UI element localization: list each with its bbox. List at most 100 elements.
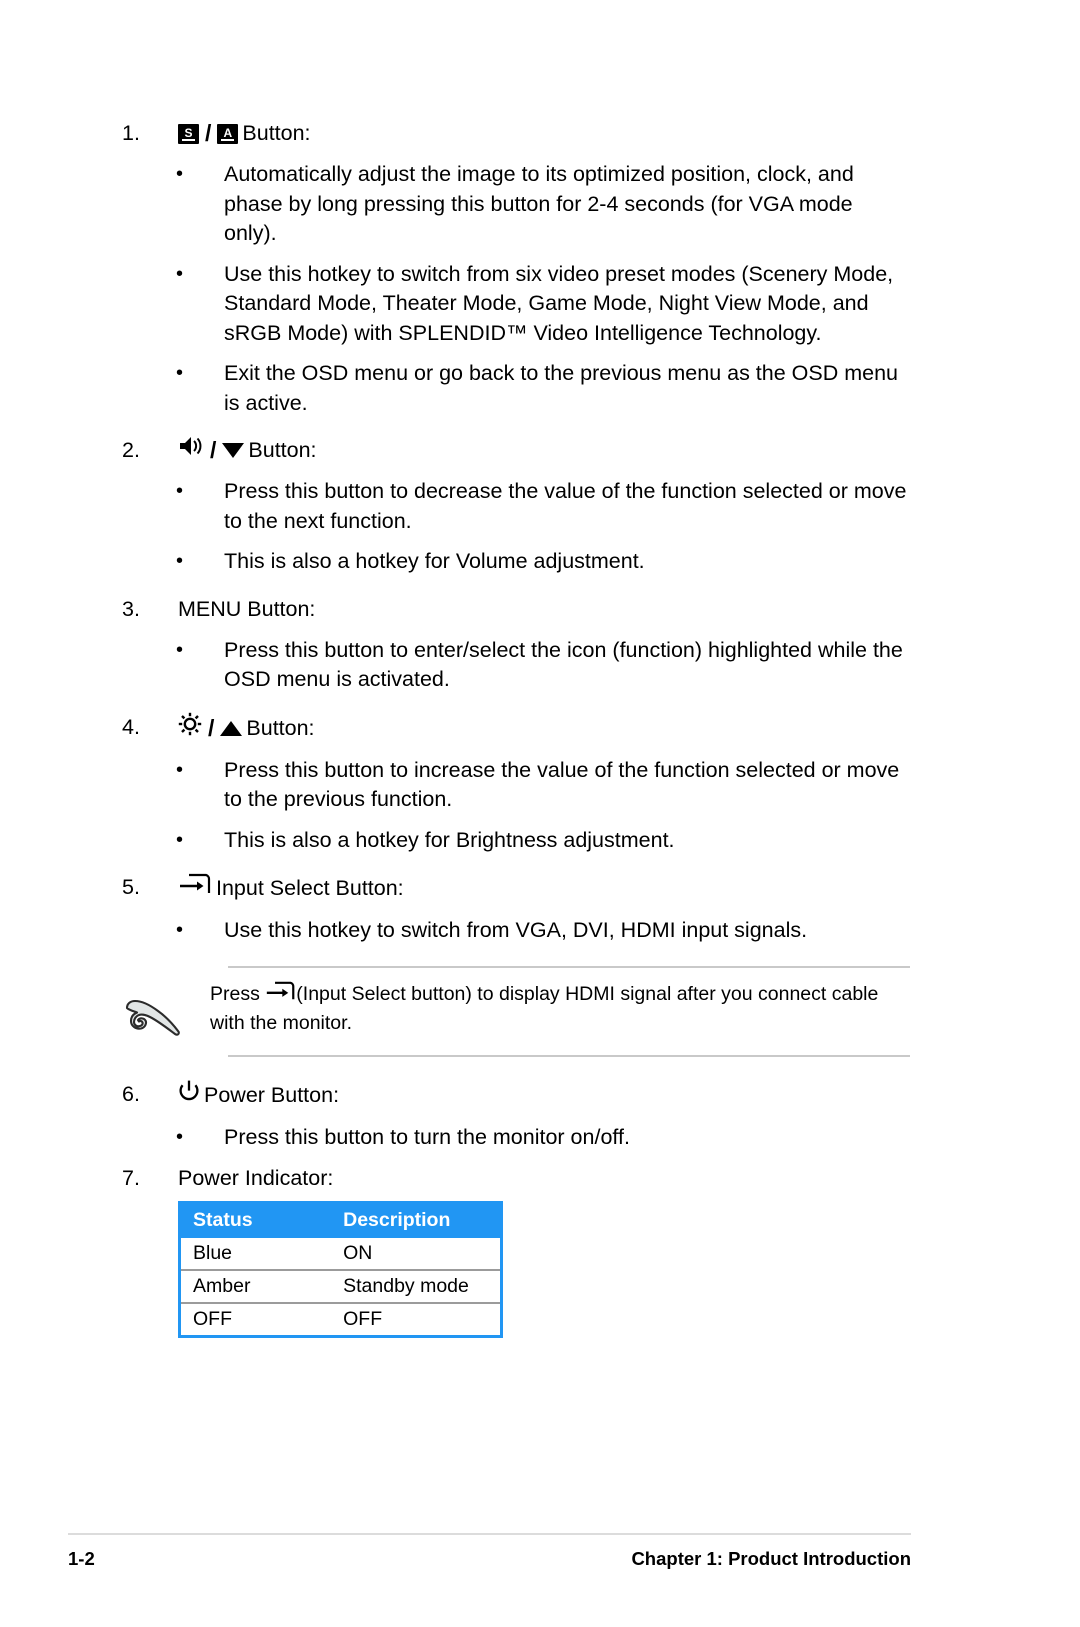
- power-indicator-table-wrapper: Status Description Blue ON Amber Standby…: [178, 1201, 503, 1338]
- pointing-hand-icon: [120, 980, 210, 1043]
- bullet-dot-icon: •: [176, 1125, 184, 1148]
- bullet-text: Press this button to enter/select the ic…: [224, 637, 903, 692]
- footer-divider: [68, 1533, 911, 1535]
- cell-status: OFF: [181, 1302, 335, 1335]
- table-row: OFF OFF: [181, 1302, 500, 1335]
- list-item-7: 7. Power Indicator:: [0, 1163, 1080, 1194]
- bullet-list-6: • Press this button to turn the monitor …: [0, 1123, 1080, 1153]
- bullet-text: This is also a hotkey for Volume adjustm…: [224, 549, 645, 573]
- page-content: 1. S / A Button: • Automatically adjust …: [0, 118, 1080, 1338]
- item-title: Button:: [242, 121, 311, 145]
- bullet-list-2: • Press this button to decrease the valu…: [0, 477, 1080, 577]
- item-number: 6.: [122, 1081, 140, 1106]
- bullet-dot-icon: •: [176, 262, 184, 285]
- item-number: 4.: [122, 714, 140, 739]
- bullet-text: This is also a hotkey for Brightness adj…: [224, 827, 675, 852]
- list-item-3: 3. MENU Button:: [0, 594, 1080, 625]
- item-number: 3.: [122, 596, 140, 621]
- slash-separator: /: [208, 714, 215, 741]
- bullet-dot-icon: •: [176, 480, 184, 502]
- table-row: Amber Standby mode: [181, 1269, 500, 1303]
- list-item-6: 6. Power Button:: [0, 1079, 1080, 1112]
- note-callout: Press (Input Select button) to display H…: [0, 965, 1080, 1057]
- table-header-row: Status Description: [181, 1204, 500, 1238]
- auto-a-key-icon: A: [217, 123, 239, 144]
- note-body: Press (Input Select button) to display H…: [0, 966, 1080, 1057]
- bullet-list-4: • Press this button to increase the valu…: [0, 756, 1080, 856]
- bullet-dot-icon: •: [176, 828, 184, 851]
- item-number: 2.: [122, 438, 140, 462]
- cell-description: OFF: [334, 1302, 500, 1335]
- list-item: • This is also a hotkey for Brightness a…: [0, 826, 1080, 856]
- item-number: 7.: [122, 1166, 140, 1190]
- cell-description: ON: [334, 1238, 500, 1270]
- bullet-dot-icon: •: [176, 362, 184, 384]
- power-icon: [178, 1079, 200, 1112]
- cell-description: Standby mode: [334, 1269, 500, 1303]
- page-footer: 1-2 Chapter 1: Product Introduction: [0, 1548, 1080, 1578]
- list-item-1: 1. S / A Button:: [0, 118, 1080, 149]
- note-text: Press (Input Select button) to display H…: [210, 980, 892, 1037]
- input-select-icon: [178, 872, 212, 905]
- item-heading: / Button:: [178, 712, 315, 745]
- slash-separator: /: [210, 437, 217, 463]
- bullet-dot-icon: •: [176, 163, 184, 185]
- table-row: Blue ON: [181, 1238, 500, 1270]
- bullet-list-3: • Press this button to enter/select the …: [0, 636, 1080, 695]
- item-title: Power Button:: [204, 1082, 340, 1107]
- item-heading: Power Indicator:: [178, 1163, 333, 1194]
- bullet-text: Use this hotkey to switch from six video…: [224, 261, 894, 345]
- list-item-4: 4. / Button:: [0, 712, 1080, 745]
- triangle-down-icon: [222, 443, 245, 458]
- bullet-list-5: • Use this hotkey to switch from VGA, DV…: [0, 916, 1080, 946]
- list-item: • Press this button to turn the monitor …: [0, 1123, 1080, 1153]
- column-header-status: Status: [181, 1204, 335, 1238]
- bullet-text: Exit the OSD menu or go back to the prev…: [224, 361, 899, 415]
- cell-status: Amber: [181, 1269, 335, 1303]
- item-number: 1.: [122, 121, 140, 145]
- bullet-dot-icon: •: [176, 638, 184, 661]
- bullet-text: Automatically adjust the image to its op…: [224, 162, 854, 245]
- bullet-dot-icon: •: [176, 919, 184, 941]
- list-item: • Automatically adjust the image to its …: [0, 160, 1080, 249]
- bullet-text: Use this hotkey to switch from VGA, DVI,…: [224, 918, 808, 942]
- input-select-icon: [265, 980, 296, 1010]
- item-heading: Power Button:: [178, 1079, 339, 1112]
- item-heading: / Button:: [178, 435, 317, 466]
- splendid-s-key-icon: S: [178, 123, 199, 144]
- item-title: Input Select Button:: [216, 876, 404, 900]
- list-item: • This is also a hotkey for Volume adjus…: [0, 547, 1080, 577]
- bullet-dot-icon: •: [176, 758, 184, 781]
- note-bottom-divider: [228, 1054, 910, 1057]
- item-title: Power Indicator:: [178, 1166, 334, 1190]
- bullet-text: Press this button to decrease the value …: [224, 479, 907, 533]
- note-top-divider: [228, 965, 910, 968]
- brightness-sun-icon: [178, 712, 202, 745]
- list-item: • Use this hotkey to switch from six vid…: [0, 260, 1080, 349]
- manual-page: 1. S / A Button: • Automatically adjust …: [0, 0, 1080, 1627]
- list-item: • Press this button to increase the valu…: [0, 756, 1080, 815]
- item-title: MENU Button:: [178, 596, 316, 621]
- bullet-dot-icon: •: [176, 550, 184, 572]
- list-item: • Press this button to enter/select the …: [0, 636, 1080, 695]
- note-text-after: (Input Select button) to display HDMI si…: [210, 982, 879, 1034]
- column-header-description: Description: [334, 1204, 500, 1238]
- item-title: Button:: [246, 715, 315, 740]
- volume-speaker-icon: [178, 435, 204, 466]
- note-text-before: Press: [210, 982, 260, 1005]
- slash-separator: /: [205, 120, 212, 146]
- bullet-text: Press this button to turn the monitor on…: [224, 1124, 630, 1149]
- item-heading: S / A Button:: [178, 118, 311, 149]
- cell-status: Blue: [181, 1238, 335, 1270]
- triangle-up-icon: [220, 720, 243, 736]
- item-title: Button:: [248, 438, 317, 462]
- list-item: • Exit the OSD menu or go back to the pr…: [0, 359, 1080, 418]
- power-indicator-table: Status Description Blue ON Amber Standby…: [181, 1204, 500, 1335]
- list-item: • Use this hotkey to switch from VGA, DV…: [0, 916, 1080, 946]
- footer-chapter-title: Chapter 1: Product Introduction: [631, 1548, 911, 1569]
- list-item-2: 2. / Button:: [0, 435, 1080, 466]
- item-heading: MENU Button:: [178, 594, 315, 625]
- list-item-5: 5. Input Select Button:: [0, 872, 1080, 905]
- list-item: • Press this button to decrease the valu…: [0, 477, 1080, 536]
- item-heading: Input Select Button:: [178, 872, 404, 905]
